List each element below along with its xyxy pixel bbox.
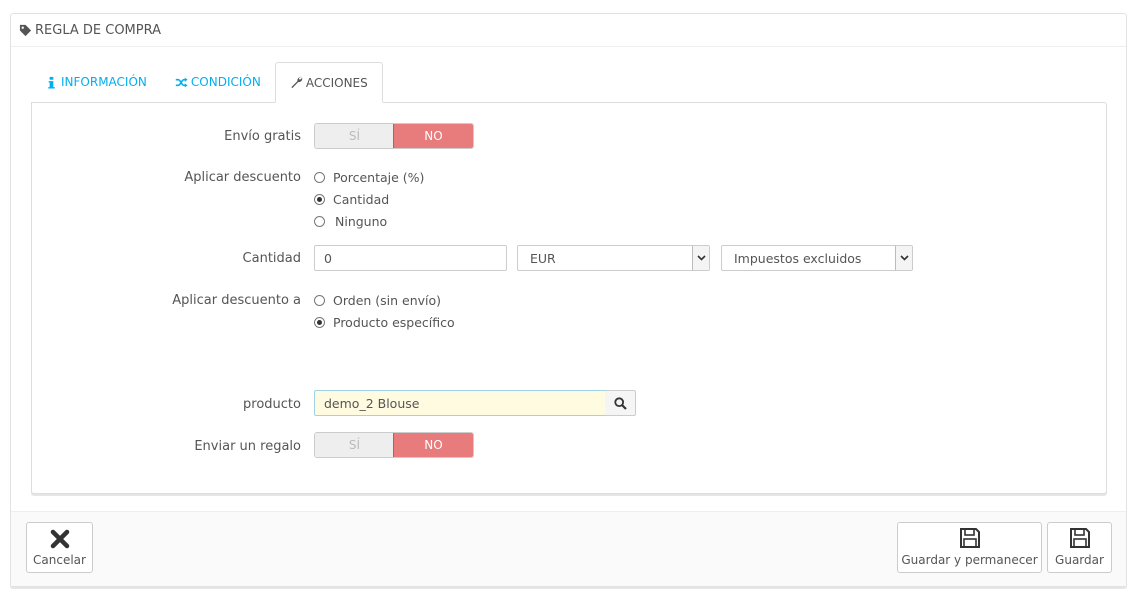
amount-label: Cantidad xyxy=(242,251,301,266)
save-icon xyxy=(1069,528,1090,548)
tax-value: Impuestos excluidos xyxy=(734,250,862,266)
free-shipping-yes[interactable]: SÍ xyxy=(315,124,394,148)
save-and-stay-button[interactable]: Guardar y permanecer xyxy=(897,522,1042,573)
product-label: producto xyxy=(243,397,301,412)
gift-label: Enviar un regalo xyxy=(194,439,301,454)
radio-circle[interactable] xyxy=(314,216,325,227)
radio-circle[interactable] xyxy=(314,295,325,306)
cancel-label: Cancelar xyxy=(33,553,86,567)
search-icon xyxy=(613,396,627,410)
gift-switch[interactable]: SÍ NO xyxy=(314,432,474,458)
wrench-icon xyxy=(291,76,303,89)
discount-amount-radio[interactable]: Cantidad xyxy=(314,192,389,207)
free-shipping-label: Envío gratis xyxy=(224,129,301,144)
cart-rule-panel: Regla de compra Información Condición Ac… xyxy=(10,13,1127,587)
actions-form: Envío gratis SÍ NO Aplicar descuento Por… xyxy=(31,102,1107,494)
save-and-stay-label: Guardar y permanecer xyxy=(901,553,1038,567)
tab-label: Condición xyxy=(190,75,261,89)
radio-circle[interactable] xyxy=(314,172,325,183)
free-shipping-no[interactable]: NO xyxy=(393,124,473,148)
radio-label: Producto específico xyxy=(333,315,455,330)
chevron-down-icon[interactable] xyxy=(692,246,709,270)
gift-no[interactable]: NO xyxy=(393,433,473,457)
tab-condicion[interactable]: Condición xyxy=(161,62,275,102)
radio-label: Ninguno xyxy=(335,214,388,229)
panel-heading: Regla de compra xyxy=(11,14,1126,47)
radio-circle[interactable] xyxy=(314,317,325,328)
currency-select[interactable]: EUR xyxy=(517,245,710,271)
cancel-button[interactable]: Cancelar xyxy=(26,522,93,573)
apply-to-order-radio[interactable]: Orden (sin envío) xyxy=(314,293,441,308)
discount-percent-radio[interactable]: Porcentaje (%) xyxy=(314,170,424,185)
product-search-button[interactable] xyxy=(605,390,636,416)
tab-label: Acciones xyxy=(305,75,368,90)
gift-yes[interactable]: SÍ xyxy=(315,433,394,457)
tax-select[interactable]: Impuestos excluidos xyxy=(721,245,913,271)
tab-acciones[interactable]: Acciones xyxy=(274,62,383,103)
tag-icon xyxy=(19,24,32,36)
tab-informacion[interactable]: Información xyxy=(31,62,161,102)
panel-footer: Cancelar Guardar y permanecer Guardar xyxy=(11,511,1126,586)
tab-label: Información xyxy=(61,75,147,89)
currency-value: EUR xyxy=(530,250,556,266)
product-search-input[interactable] xyxy=(314,390,606,416)
radio-circle[interactable] xyxy=(314,194,325,205)
chevron-down-icon[interactable] xyxy=(895,246,912,270)
save-icon xyxy=(959,528,980,548)
close-icon xyxy=(50,529,69,549)
apply-to-label: Aplicar descuento a xyxy=(172,293,301,308)
tab-bar: Información Condición Acciones xyxy=(31,62,383,103)
apply-to-product-radio[interactable]: Producto específico xyxy=(314,315,455,330)
amount-input[interactable] xyxy=(314,245,507,271)
radio-label: Porcentaje (%) xyxy=(333,170,425,185)
panel-title: Regla de compra xyxy=(35,22,162,38)
save-label: Guardar xyxy=(1055,553,1104,567)
shuffle-icon xyxy=(175,77,188,87)
save-button[interactable]: Guardar xyxy=(1047,522,1112,573)
radio-label: Cantidad xyxy=(333,192,390,207)
radio-label: Orden (sin envío) xyxy=(333,293,442,308)
apply-discount-label: Aplicar descuento xyxy=(184,170,301,185)
info-icon xyxy=(48,76,55,89)
free-shipping-switch[interactable]: SÍ NO xyxy=(314,123,474,149)
discount-none-radio[interactable]: Ninguno xyxy=(314,214,387,229)
